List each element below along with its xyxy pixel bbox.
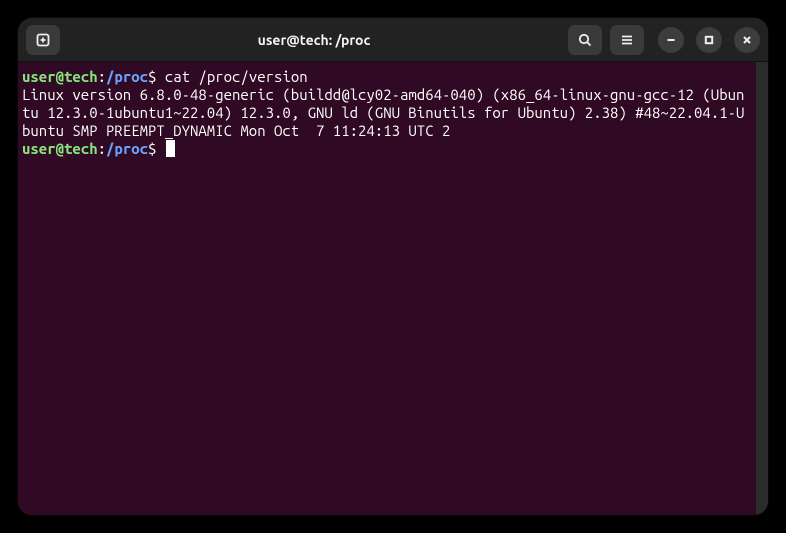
command-input: [156, 140, 164, 157]
terminal-window: user@tech: /proc: [18, 18, 768, 515]
titlebar-left: [26, 25, 60, 55]
new-tab-icon: [35, 32, 51, 48]
minimize-button[interactable]: [658, 27, 684, 53]
terminal-output[interactable]: user@tech:/proc$ cat /proc/version Linux…: [18, 62, 756, 515]
titlebar-right: [568, 25, 760, 55]
close-button[interactable]: [734, 27, 760, 53]
command-text: cat /proc/version: [156, 68, 307, 85]
menu-button[interactable]: [610, 25, 644, 55]
new-tab-button[interactable]: [26, 25, 60, 55]
search-button[interactable]: [568, 25, 602, 55]
window-title: user@tech: /proc: [68, 32, 560, 48]
window-controls: [658, 27, 760, 53]
terminal-area: user@tech:/proc$ cat /proc/version Linux…: [18, 62, 768, 515]
hamburger-icon: [619, 32, 635, 48]
maximize-button[interactable]: [696, 27, 722, 53]
prompt-colon: :: [98, 68, 106, 85]
prompt-colon: :: [98, 140, 106, 157]
prompt-user: user@tech: [22, 140, 98, 157]
scrollbar[interactable]: [756, 62, 768, 515]
close-icon: [742, 35, 752, 45]
output-text: Linux version 6.8.0-48-generic (buildd@l…: [22, 86, 744, 139]
prompt-path: /proc: [106, 140, 148, 157]
titlebar[interactable]: user@tech: /proc: [18, 18, 768, 62]
maximize-icon: [704, 35, 714, 45]
prompt-path: /proc: [106, 68, 148, 85]
minimize-icon: [666, 35, 676, 45]
cursor: [166, 140, 175, 157]
prompt-user: user@tech: [22, 68, 98, 85]
search-icon: [577, 32, 593, 48]
